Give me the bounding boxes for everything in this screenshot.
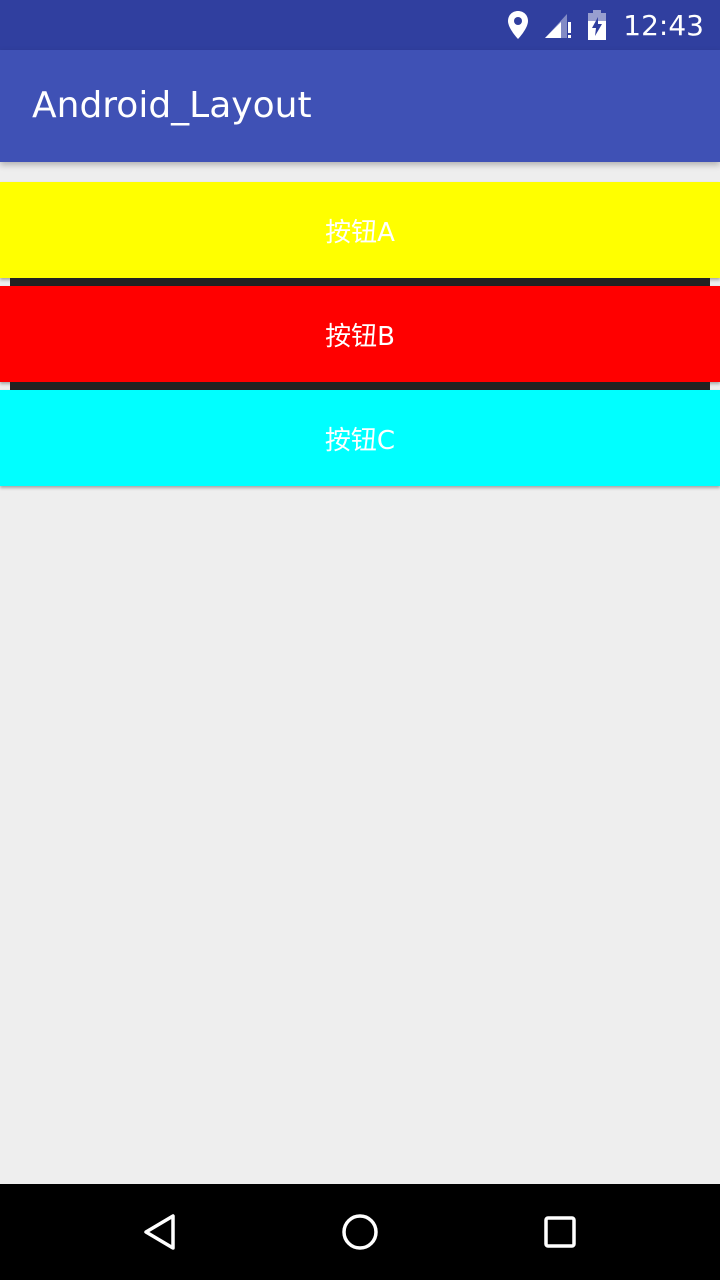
button-a[interactable]: 按钮A (0, 182, 720, 278)
button-c[interactable]: 按钮C (0, 390, 720, 486)
divider (10, 278, 710, 286)
status-icons: 12:43 (507, 0, 704, 50)
app-title: Android_Layout (32, 85, 312, 126)
clock-time: 12:43 (623, 8, 704, 42)
recents-icon[interactable] (536, 1208, 584, 1256)
battery-charging-icon (587, 9, 607, 41)
back-icon[interactable] (136, 1208, 184, 1256)
status-bar: 12:43 (0, 0, 720, 50)
location-icon (507, 10, 529, 40)
signal-icon (543, 10, 573, 40)
navigation-bar (0, 1184, 720, 1280)
home-icon[interactable] (336, 1208, 384, 1256)
app-bar: Android_Layout (0, 50, 720, 162)
divider (10, 382, 710, 390)
main-content: 按钮A 按钮B 按钮C (0, 162, 720, 1184)
button-b[interactable]: 按钮B (0, 286, 720, 382)
